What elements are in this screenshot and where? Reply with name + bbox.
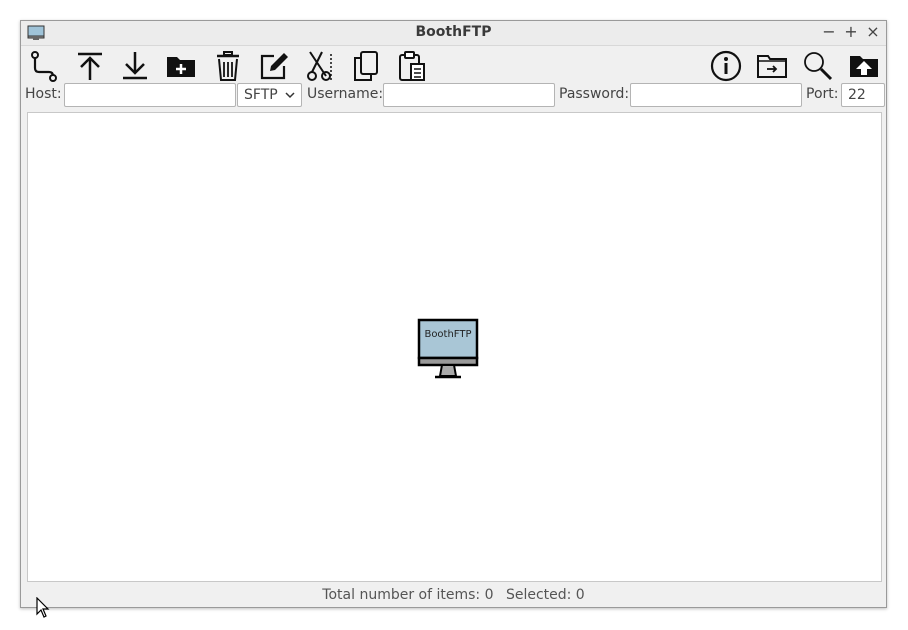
search-icon (804, 52, 833, 81)
delete-button[interactable] (211, 49, 245, 83)
paste-button[interactable] (395, 49, 429, 83)
app-window: BoothFTP − + × Host: SFTP Username: Pass… (20, 20, 887, 608)
new-folder-icon (167, 57, 195, 77)
password-label: Password: (559, 86, 630, 102)
total-items-count: Total number of items: 0 (322, 587, 494, 603)
title-bar[interactable]: BoothFTP − + × (21, 21, 886, 46)
file-list-area[interactable]: BoothFTP (27, 112, 882, 582)
paste-icon (399, 51, 425, 81)
parent-folder-button[interactable] (847, 49, 881, 83)
status-bar: Total number of items: 0 Selected: 0 (21, 587, 886, 603)
go-to-folder-button[interactable] (755, 49, 789, 83)
cut-button[interactable] (303, 49, 337, 83)
host-label: Host: (25, 86, 62, 102)
username-label: Username: (307, 86, 384, 102)
go-to-folder-icon (757, 55, 787, 78)
port-label: Port: (806, 86, 839, 102)
window-title: BoothFTP (415, 24, 492, 40)
info-icon (710, 50, 742, 82)
copy-icon (354, 51, 378, 81)
delete-icon (217, 51, 239, 81)
minimize-button[interactable]: − (820, 23, 838, 41)
connect-icon (31, 51, 57, 82)
chevron-down-icon (285, 92, 295, 99)
protocol-value: SFTP (244, 87, 278, 103)
connection-bar: Host: SFTP Username: Password: Port: 22 (21, 82, 886, 108)
placeholder-monitor: BoothFTP (417, 318, 479, 380)
rename-icon (260, 53, 288, 80)
rename-button[interactable] (257, 49, 291, 83)
cut-icon (307, 51, 332, 81)
upload-button[interactable] (73, 49, 107, 83)
toolbar (21, 46, 886, 86)
download-icon (123, 52, 147, 80)
download-button[interactable] (118, 49, 152, 83)
password-input[interactable] (630, 83, 802, 107)
host-input[interactable] (64, 83, 236, 107)
monitor-icon (417, 318, 479, 379)
info-button[interactable] (709, 49, 743, 83)
parent-folder-icon (850, 56, 878, 77)
search-button[interactable] (801, 49, 835, 83)
close-button[interactable]: × (864, 23, 882, 41)
connect-button[interactable] (27, 49, 61, 83)
protocol-select[interactable]: SFTP (237, 83, 302, 107)
mouse-pointer-icon (36, 597, 50, 618)
port-input[interactable]: 22 (841, 83, 885, 107)
maximize-button[interactable]: + (842, 23, 860, 41)
new-folder-button[interactable] (164, 49, 198, 83)
placeholder-label: BoothFTP (424, 329, 472, 340)
copy-button[interactable] (349, 49, 383, 83)
username-input[interactable] (383, 83, 555, 107)
selected-items-count: Selected: 0 (505, 587, 585, 603)
upload-icon (78, 52, 102, 80)
